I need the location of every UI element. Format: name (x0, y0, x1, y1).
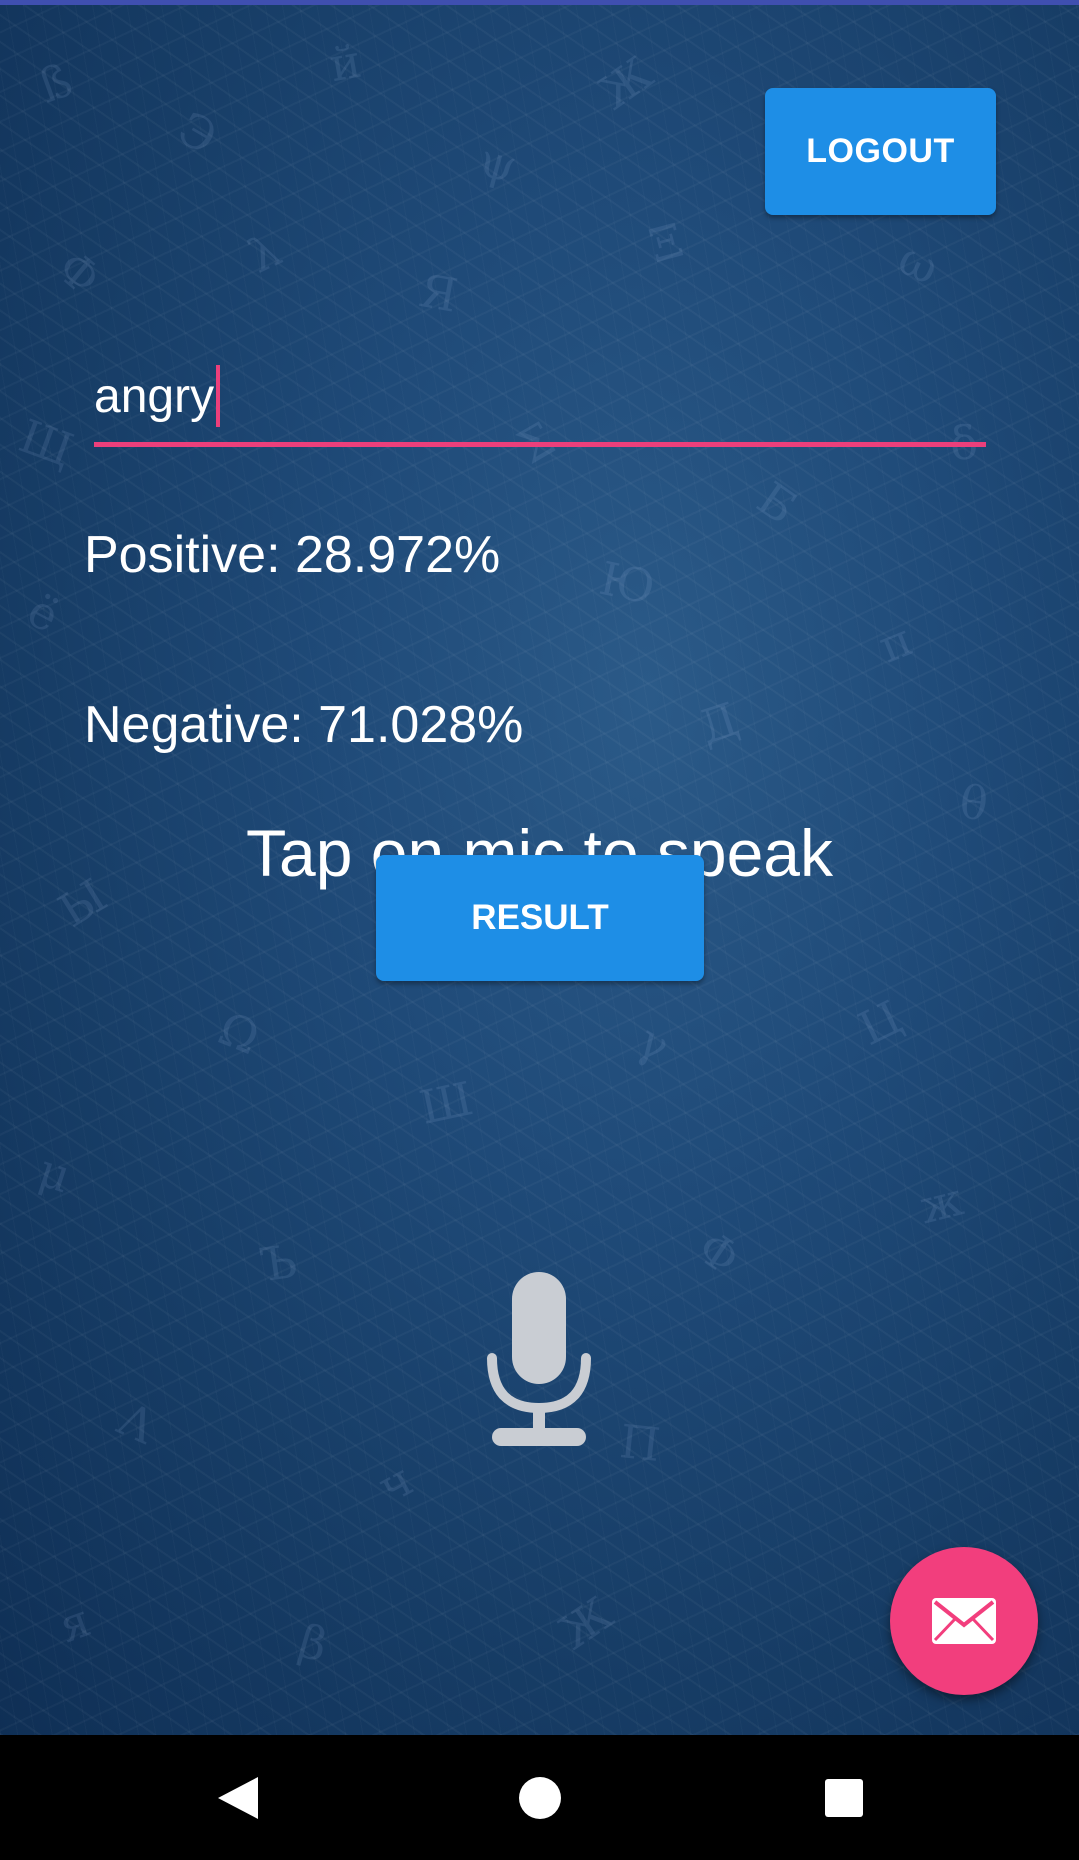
mail-icon (932, 1598, 996, 1644)
home-circle-icon[interactable] (470, 1735, 610, 1860)
speech-text-field[interactable]: angry (94, 355, 986, 447)
speech-text-value[interactable]: angry (94, 355, 221, 437)
result-button[interactable]: RESULT (376, 855, 704, 981)
input-underline (94, 442, 986, 447)
status-strip (0, 0, 1079, 5)
back-triangle-icon[interactable] (168, 1735, 308, 1860)
app-screen: ß Э й ψ Ж ω Ф λ Я Ξ Щ Σ Б δ Ю π ё Д θ Ы … (0, 0, 1079, 1735)
mail-fab-button[interactable] (890, 1547, 1038, 1695)
recents-square-icon[interactable] (774, 1735, 914, 1860)
logout-button[interactable]: LOGOUT (765, 88, 996, 215)
microphone-icon[interactable] (480, 1268, 598, 1450)
speech-text-input[interactable]: angry (94, 369, 214, 424)
positive-score: Positive: 28.972% (84, 526, 501, 584)
negative-score: Negative: 71.028% (84, 696, 524, 754)
text-caret (216, 365, 221, 427)
system-nav-bar (0, 1735, 1079, 1860)
